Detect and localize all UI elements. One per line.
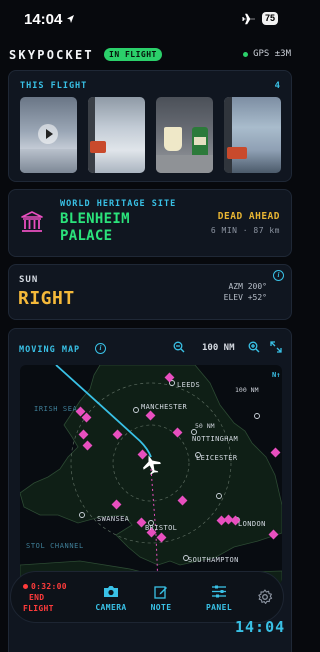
heritage-temple-icon bbox=[21, 211, 43, 232]
map-canvas: LEEDS MANCHESTER NOTTINGHAM LEICESTER SW… bbox=[20, 365, 282, 585]
heritage-name-line2: PALACE bbox=[60, 228, 113, 244]
status-bar: 14:04 75 bbox=[0, 0, 300, 40]
end-flight-button[interactable]: 0:32:00 END FLIGHT bbox=[23, 581, 67, 614]
this-flight-label: THIS FLIGHT bbox=[20, 81, 88, 91]
gps-status: GPS ±3M bbox=[243, 49, 291, 59]
status-time: 14:04 bbox=[24, 11, 63, 28]
heritage-direction: DEAD AHEAD bbox=[217, 211, 280, 222]
sun-info-icon[interactable]: i bbox=[273, 270, 284, 281]
gps-accuracy: GPS ±3M bbox=[253, 49, 291, 59]
status-right: 75 bbox=[242, 12, 278, 25]
battery-icon: 75 bbox=[261, 12, 278, 25]
this-flight-card[interactable]: THIS FLIGHT 4 bbox=[8, 70, 292, 182]
photo-strip bbox=[20, 97, 282, 173]
note-button[interactable]: NOTE bbox=[141, 585, 181, 612]
zoom-out-icon[interactable] bbox=[173, 341, 185, 353]
bottom-toolbar: 0:32:00 END FLIGHT CAMERA NOTE PANEL bbox=[10, 571, 284, 623]
photo-thumbnail[interactable] bbox=[88, 97, 145, 173]
app-brand: SKYPOCKET bbox=[9, 48, 94, 62]
expand-icon[interactable] bbox=[270, 341, 282, 353]
photo-thumbnail[interactable] bbox=[224, 97, 281, 173]
sun-azimuth: AZM 200° bbox=[228, 282, 267, 291]
sliders-icon bbox=[212, 585, 226, 598]
heritage-name-line1: BLENHEIM bbox=[60, 211, 130, 227]
settings-gear-icon[interactable] bbox=[257, 589, 273, 605]
airplane-mode-icon bbox=[242, 13, 255, 24]
end-label-1: END bbox=[29, 593, 45, 602]
location-arrow-icon bbox=[67, 15, 74, 23]
camera-button[interactable]: CAMERA bbox=[89, 585, 133, 612]
gps-dot-icon bbox=[243, 51, 249, 57]
camera-label: CAMERA bbox=[95, 603, 127, 612]
label-southampton: SOUTHAMPTON bbox=[188, 556, 239, 564]
flight-clock: 14:04 bbox=[235, 618, 286, 636]
label-swansea: SWANSEA bbox=[97, 515, 130, 523]
label-leicester: LEICESTER bbox=[196, 454, 238, 462]
flight-state-badge: IN FLIGHT bbox=[104, 48, 162, 61]
photo-count: 4 bbox=[274, 81, 280, 91]
ring-inner-label: 50 NM bbox=[195, 422, 215, 430]
zoom-level: 100 NM bbox=[202, 343, 235, 353]
play-icon[interactable] bbox=[38, 124, 58, 144]
heritage-card[interactable]: WORLD HERITAGE SITE BLENHEIM PALACE DEAD… bbox=[8, 189, 292, 257]
photo-thumbnail[interactable] bbox=[156, 97, 213, 173]
heritage-label: WORLD HERITAGE SITE bbox=[60, 199, 177, 209]
panel-button[interactable]: PANEL bbox=[197, 585, 241, 612]
end-flight-timer: 0:32:00 bbox=[23, 581, 67, 592]
label-leeds: LEEDS bbox=[177, 381, 200, 389]
sun-label: SUN bbox=[19, 275, 39, 285]
map-info-icon[interactable]: i bbox=[95, 343, 106, 354]
app-header: SKYPOCKET IN FLIGHT GPS ±3M bbox=[0, 44, 300, 66]
moving-map[interactable]: LEEDS MANCHESTER NOTTINGHAM LEICESTER SW… bbox=[20, 365, 282, 585]
panel-label: PANEL bbox=[205, 603, 233, 612]
zoom-in-icon[interactable] bbox=[248, 341, 260, 353]
ring-outer-label: 100 NM bbox=[235, 386, 259, 394]
label-irish-sea: IRISH SEA bbox=[34, 405, 78, 413]
heritage-eta: 6 MIN · 87 km bbox=[210, 226, 280, 235]
moving-map-label: MOVING MAP bbox=[19, 345, 81, 355]
sun-position: AZM 200° ELEV +52° bbox=[224, 281, 267, 303]
label-bristol: BRISTOL bbox=[145, 524, 177, 532]
sun-card: SUN RIGHT i AZM 200° ELEV +52° bbox=[8, 264, 292, 320]
note-edit-icon bbox=[154, 586, 167, 599]
label-manchester: MANCHESTER bbox=[141, 403, 188, 411]
north-indicator: N↑ bbox=[272, 371, 280, 379]
label-london: LONDON bbox=[238, 520, 266, 528]
recording-dot-icon bbox=[23, 584, 28, 589]
note-label: NOTE bbox=[150, 603, 172, 612]
label-nottingham: NOTTINGHAM bbox=[192, 435, 238, 443]
camera-icon bbox=[104, 586, 118, 597]
end-timer-value: 0:32:00 bbox=[31, 582, 67, 591]
sun-elevation: ELEV +52° bbox=[223, 293, 267, 302]
label-bristol-channel: STOL CHANNEL bbox=[26, 542, 84, 550]
heritage-site-name: BLENHEIM PALACE bbox=[60, 211, 130, 245]
end-label-2: FLIGHT bbox=[23, 604, 54, 613]
sun-direction: RIGHT bbox=[18, 288, 75, 309]
video-thumbnail[interactable] bbox=[20, 97, 77, 173]
